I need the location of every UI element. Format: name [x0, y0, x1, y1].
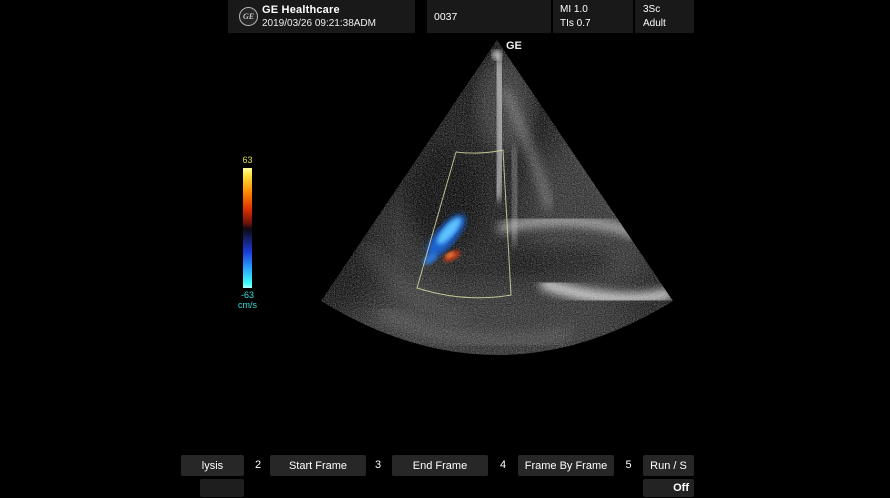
mi-value: MI 1.0 — [560, 4, 588, 15]
ge-logo-monogram: GE — [243, 12, 254, 21]
header-brand-banner: GE GE Healthcare 2019/03/26 09:21:38ADM — [228, 0, 415, 33]
softkey-number-5: 5 — [616, 455, 641, 476]
preset-name: Adult — [643, 18, 666, 29]
color-scale: 63 -63 cm/s — [234, 155, 261, 310]
softkey-analysis-button[interactable]: lysis — [181, 455, 244, 476]
softkey-secondary-box — [200, 479, 244, 497]
color-scale-bar — [243, 168, 252, 288]
softkey-frame-by-frame-button[interactable]: Frame By Frame — [518, 455, 614, 476]
color-scale-unit: cm/s — [234, 300, 261, 310]
exam-number: 0037 — [434, 11, 457, 23]
header-acoustic-indices: MI 1.0 TIs 0.7 — [553, 0, 633, 33]
color-roi-box — [417, 150, 511, 298]
ultrasound-screen: GE GE Healthcare 2019/03/26 09:21:38ADM … — [0, 0, 890, 498]
color-scale-min: -63 — [234, 290, 261, 300]
softkey-start-frame-button[interactable]: Start Frame — [270, 455, 366, 476]
ultrasound-image — [0, 0, 890, 498]
probe-name: 3Sc — [643, 4, 660, 15]
brand-name: GE Healthcare — [262, 4, 340, 16]
color-scale-max: 63 — [234, 155, 261, 165]
softkey-number-3: 3 — [366, 455, 390, 476]
vendor-mark: GE — [506, 40, 522, 52]
doppler-flow — [421, 209, 472, 267]
header-probe-segment: 3Sc Adult — [635, 0, 694, 33]
softkey-run-stop-button[interactable]: Run / S — [643, 455, 694, 476]
ge-logo-icon: GE — [239, 7, 258, 26]
header-exam-segment: 0037 — [427, 0, 551, 33]
softkey-number-4: 4 — [490, 455, 516, 476]
tis-value: TIs 0.7 — [560, 18, 591, 29]
softkey-number-2: 2 — [248, 455, 268, 476]
run-stop-state[interactable]: Off — [643, 479, 694, 497]
softkey-end-frame-button[interactable]: End Frame — [392, 455, 488, 476]
exam-datetime: 2019/03/26 09:21:38ADM — [262, 18, 376, 29]
